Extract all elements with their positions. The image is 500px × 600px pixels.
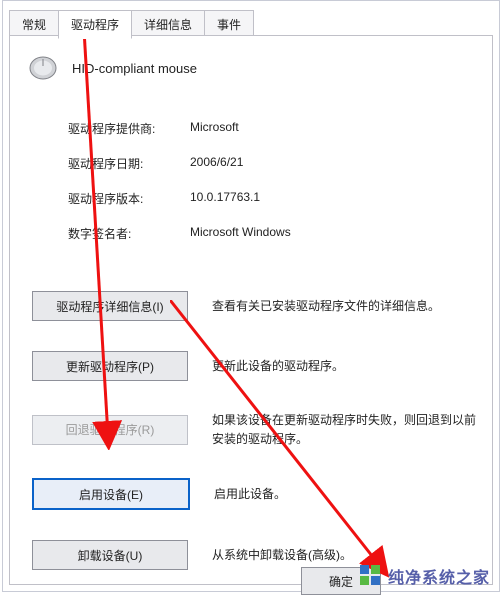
mouse-icon xyxy=(26,54,60,82)
properties-dialog: 常规 驱动程序 详细信息 事件 HID-compliant mouse 驱动程序… xyxy=(2,0,500,592)
tab-driver[interactable]: 驱动程序 xyxy=(58,10,132,39)
provider-label: 驱动程序提供商: xyxy=(68,120,190,137)
rollback-driver-desc: 如果该设备在更新驱动程序时失败，则回退到以前安装的驱动程序。 xyxy=(212,411,476,448)
version-value: 10.0.17763.1 xyxy=(190,190,260,207)
tab-strip: 常规 驱动程序 详细信息 事件 xyxy=(9,9,253,38)
device-header: HID-compliant mouse xyxy=(26,54,197,82)
driver-details-button[interactable]: 驱动程序详细信息(I) xyxy=(32,291,188,321)
tab-details[interactable]: 详细信息 xyxy=(131,10,205,38)
driver-actions: 驱动程序详细信息(I) 查看有关已安装驱动程序文件的详细信息。 更新驱动程序(P… xyxy=(32,291,476,600)
update-driver-desc: 更新此设备的驱动程序。 xyxy=(212,357,476,376)
date-label: 驱动程序日期: xyxy=(68,155,190,172)
driver-details-desc: 查看有关已安装驱动程序文件的详细信息。 xyxy=(212,297,476,316)
uninstall-device-desc: 从系统中卸载设备(高级)。 xyxy=(212,546,476,565)
uninstall-device-button[interactable]: 卸载设备(U) xyxy=(32,540,188,570)
rollback-driver-button: 回退驱动程序(R) xyxy=(32,415,188,445)
watermark: 纯净系统之家 xyxy=(360,564,490,588)
signer-value: Microsoft Windows xyxy=(190,225,291,242)
enable-device-button[interactable]: 启用设备(E) xyxy=(32,478,190,510)
device-name: HID-compliant mouse xyxy=(72,61,197,76)
driver-info-grid: 驱动程序提供商: Microsoft 驱动程序日期: 2006/6/21 驱动程… xyxy=(68,120,291,260)
watermark-text: 纯净系统之家 xyxy=(388,564,490,588)
tab-events[interactable]: 事件 xyxy=(204,10,254,38)
driver-tab-panel: HID-compliant mouse 驱动程序提供商: Microsoft 驱… xyxy=(9,35,493,585)
date-value: 2006/6/21 xyxy=(190,155,243,172)
provider-value: Microsoft xyxy=(190,120,239,137)
signer-label: 数字签名者: xyxy=(68,225,190,242)
watermark-logo-icon xyxy=(360,565,382,587)
update-driver-button[interactable]: 更新驱动程序(P) xyxy=(32,351,188,381)
tab-general[interactable]: 常规 xyxy=(9,10,59,38)
enable-device-desc: 启用此设备。 xyxy=(214,485,476,504)
version-label: 驱动程序版本: xyxy=(68,190,190,207)
